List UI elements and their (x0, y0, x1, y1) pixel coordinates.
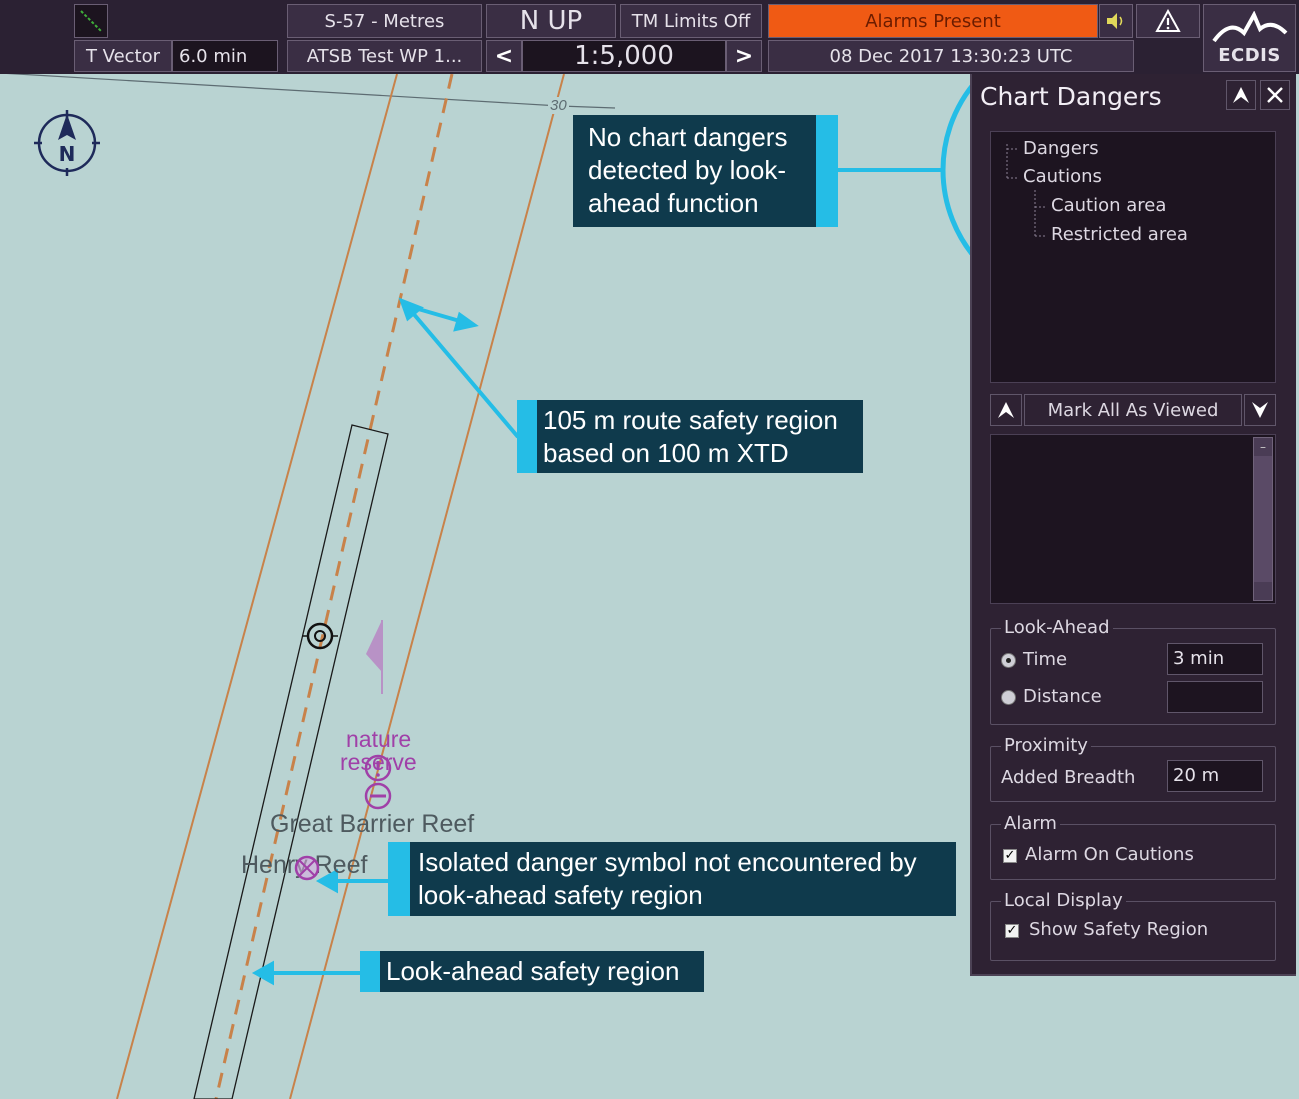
chart-dangers-panel: Chart Dangers Dangers Cautions Caution a… (970, 74, 1296, 976)
logo-wave-icon (1211, 10, 1287, 42)
look-ahead-group: Look-Ahead Time 3 min Distance (990, 617, 1276, 725)
proximity-group: Proximity Added Breadth 20 m (990, 735, 1276, 802)
contour-depth-label: 30 (548, 97, 569, 114)
callout-accent (517, 400, 537, 473)
up-arrow-icon (998, 402, 1014, 418)
speaker-icon (1107, 13, 1123, 29)
distance-radio[interactable] (1001, 690, 1016, 705)
scale-display: 1:5,000 (522, 40, 726, 72)
warning-button[interactable] (1136, 4, 1200, 38)
isolated-danger-icon[interactable] (293, 854, 321, 882)
tree-item-dangers[interactable]: Dangers (1023, 138, 1099, 159)
sound-button[interactable] (1099, 4, 1133, 38)
close-icon (1267, 87, 1283, 103)
next-danger-button[interactable] (1244, 394, 1276, 426)
route-boundary-right (289, 73, 565, 1099)
ecdis-logo: ECDIS (1203, 4, 1296, 72)
added-breadth-label: Added Breadth (1001, 767, 1136, 788)
dangers-tree[interactable]: Dangers Cautions Caution area Restricted… (990, 131, 1276, 383)
tm-limits-button[interactable]: TM Limits Off (620, 4, 762, 38)
details-scrollbar[interactable]: – (1253, 437, 1273, 601)
alarm-legend: Alarm (1001, 813, 1060, 834)
svg-text:N: N (59, 142, 76, 166)
distance-input[interactable] (1167, 681, 1263, 713)
warning-triangle-icon (1155, 9, 1181, 32)
caution-area-symbol-icon (364, 754, 392, 810)
arrowhead-route-right (453, 311, 479, 332)
scroll-down-button[interactable] (1254, 582, 1272, 600)
vector-value-field[interactable]: 6.0 min (172, 40, 278, 72)
danger-details-list[interactable]: – (990, 434, 1276, 604)
own-ship-icon[interactable] (302, 619, 338, 653)
alarm-on-cautions-label: Alarm On Cautions (1025, 844, 1194, 865)
callout-accent (360, 951, 380, 992)
nature-reserve-flag-icon (366, 620, 383, 694)
alarms-indicator[interactable]: Alarms Present (768, 4, 1098, 38)
proximity-legend: Proximity (1001, 735, 1091, 756)
distance-label: Distance (1023, 686, 1102, 707)
callout-isolated-danger: Isolated danger symbol not encountered b… (388, 842, 956, 916)
scale-increase-button[interactable]: > (726, 40, 762, 72)
callout-look-ahead: Look-ahead safety region (360, 951, 704, 992)
tree-item-cautions[interactable]: Cautions (1023, 166, 1102, 187)
time-label: Time (1023, 649, 1068, 670)
alarm-group: Alarm ✓ Alarm On Cautions (990, 813, 1276, 880)
show-safety-region-checkbox[interactable]: ✓ (1005, 924, 1019, 938)
local-display-group: Local Display ✓ Show Safety Region (990, 890, 1276, 961)
callout-no-dangers-text: No chart dangers detected by look-ahead … (588, 122, 788, 218)
signal-icon (80, 10, 102, 32)
route-name-button[interactable]: ATSB Test WP 1... (287, 40, 482, 72)
depth-units-button[interactable]: S-57 - Metres (287, 4, 482, 38)
scale-decrease-button[interactable]: < (486, 40, 522, 72)
depth-contour-line (0, 72, 616, 109)
look-ahead-legend: Look-Ahead (1001, 617, 1113, 638)
callout-route-region-text: 105 m route safety region based on 100 m… (543, 405, 838, 468)
route-leg (214, 73, 454, 1099)
previous-danger-button[interactable] (990, 394, 1022, 426)
callout-accent (816, 115, 838, 227)
vector-label: T Vector (74, 40, 172, 72)
down-arrow-icon (1252, 402, 1268, 418)
leader-route-region (410, 310, 520, 439)
mark-all-viewed-button[interactable]: Mark All As Viewed (1024, 394, 1242, 426)
great-barrier-reef-label: Great Barrier Reef (270, 810, 475, 838)
route-boundary-left (116, 73, 398, 1099)
callout-isolated-text: Isolated danger symbol not encountered b… (418, 847, 917, 910)
orientation-button[interactable]: N UP (486, 4, 616, 38)
panel-title: Chart Dangers (980, 82, 1162, 111)
tree-item-caution-area[interactable]: Caution area (1051, 195, 1166, 216)
gps-status-indicator[interactable] (74, 4, 108, 38)
arrowhead-lookahead (251, 960, 274, 986)
north-compass-icon[interactable]: N (34, 110, 100, 176)
time-radio[interactable] (1001, 653, 1016, 668)
up-arrow-icon (1233, 87, 1249, 103)
alarm-on-cautions-checkbox[interactable]: ✓ (1003, 849, 1017, 863)
time-input[interactable]: 3 min (1167, 643, 1263, 675)
brand-label: ECDIS (1218, 44, 1281, 66)
callout-route-region: 105 m route safety region based on 100 m… (517, 400, 863, 473)
close-panel-button[interactable] (1260, 80, 1290, 110)
local-display-legend: Local Display (1001, 890, 1126, 911)
tree-item-restricted-area[interactable]: Restricted area (1051, 224, 1188, 245)
collapse-panel-button[interactable] (1226, 80, 1256, 110)
callout-no-dangers: No chart dangers detected by look-ahead … (573, 115, 838, 227)
top-toolbar: T Vector 6.0 min S-57 - Metres ATSB Test… (0, 0, 1299, 74)
added-breadth-input[interactable]: 20 m (1167, 760, 1263, 792)
datetime-display: 08 Dec 2017 13:30:23 UTC (768, 40, 1134, 72)
callout-accent (388, 842, 410, 916)
callout-look-ahead-text: Look-ahead safety region (386, 956, 680, 986)
scroll-up-button[interactable]: – (1254, 438, 1272, 456)
show-safety-region-label: Show Safety Region (1029, 919, 1209, 940)
